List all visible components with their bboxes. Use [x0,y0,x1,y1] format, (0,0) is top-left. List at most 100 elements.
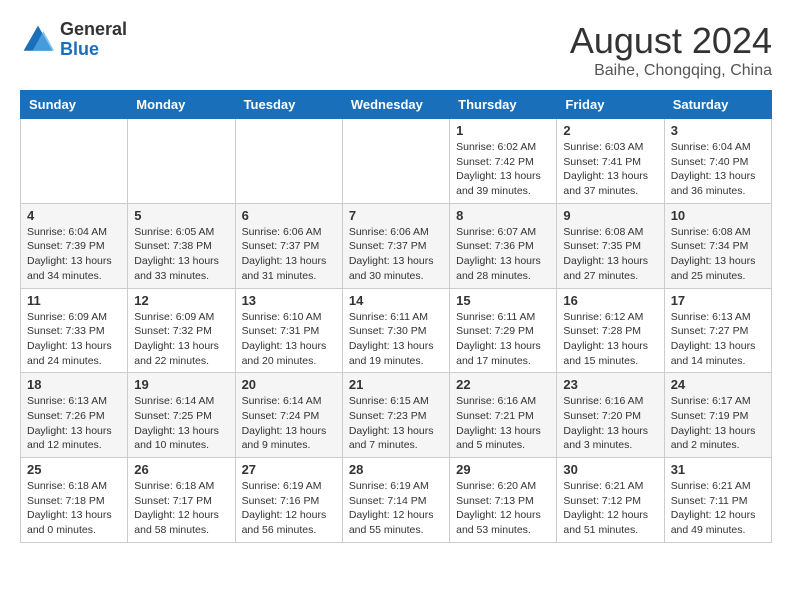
day-info: Sunrise: 6:08 AMSunset: 7:34 PMDaylight:… [671,225,765,284]
calendar-day-cell: 10 Sunrise: 6:08 AMSunset: 7:34 PMDayligh… [664,203,771,288]
page-header: General Blue August 2024 Baihe, Chongqin… [20,20,772,80]
day-info: Sunrise: 6:18 AMSunset: 7:18 PMDaylight:… [27,479,121,538]
calendar-day-cell [128,119,235,204]
day-number: 30 [563,462,657,477]
calendar-header-cell: Wednesday [342,91,449,119]
calendar-week-row: 18 Sunrise: 6:13 AMSunset: 7:26 PMDayligh… [21,373,772,458]
calendar-day-cell: 31 Sunrise: 6:21 AMSunset: 7:11 PMDayligh… [664,458,771,543]
calendar-header-cell: Tuesday [235,91,342,119]
calendar-day-cell: 3 Sunrise: 6:04 AMSunset: 7:40 PMDaylight… [664,119,771,204]
day-info: Sunrise: 6:06 AMSunset: 7:37 PMDaylight:… [242,225,336,284]
day-info: Sunrise: 6:07 AMSunset: 7:36 PMDaylight:… [456,225,550,284]
day-info: Sunrise: 6:12 AMSunset: 7:28 PMDaylight:… [563,310,657,369]
calendar-week-row: 25 Sunrise: 6:18 AMSunset: 7:18 PMDayligh… [21,458,772,543]
calendar-day-cell: 13Sunrise: 6:10 AMSunset: 7:31 PMDayligh… [235,288,342,373]
logo-blue-text: Blue [60,40,127,60]
day-number: 28 [349,462,443,477]
day-number: 21 [349,377,443,392]
day-number: 11 [27,293,121,308]
calendar-day-cell: 18 Sunrise: 6:13 AMSunset: 7:26 PMDayligh… [21,373,128,458]
location-title: Baihe, Chongqing, China [570,62,772,80]
day-info: Sunrise: 6:14 AMSunset: 7:25 PMDaylight:… [134,394,228,453]
day-number: 14 [349,293,443,308]
day-info: Sunrise: 6:09 AMSunset: 7:32 PMDaylight:… [134,310,228,369]
day-number: 23 [563,377,657,392]
day-number: 6 [242,208,336,223]
calendar-week-row: 1 Sunrise: 6:02 AMSunset: 7:42 PMDaylight… [21,119,772,204]
calendar-header-cell: Friday [557,91,664,119]
day-number: 29 [456,462,550,477]
day-number: 2 [563,123,657,138]
day-info: Sunrise: 6:09 AMSunset: 7:33 PMDaylight:… [27,310,121,369]
calendar-day-cell: 8 Sunrise: 6:07 AMSunset: 7:36 PMDaylight… [450,203,557,288]
calendar-header-cell: Saturday [664,91,771,119]
calendar-week-row: 4Sunrise: 6:04 AMSunset: 7:39 PMDaylight… [21,203,772,288]
calendar-day-cell: 7 Sunrise: 6:06 AMSunset: 7:37 PMDaylight… [342,203,449,288]
calendar-day-cell: 14 Sunrise: 6:11 AMSunset: 7:30 PMDayligh… [342,288,449,373]
day-number: 7 [349,208,443,223]
day-number: 27 [242,462,336,477]
day-info: Sunrise: 6:15 AMSunset: 7:23 PMDaylight:… [349,394,443,453]
day-number: 10 [671,208,765,223]
calendar-day-cell: 20Sunrise: 6:14 AMSunset: 7:24 PMDayligh… [235,373,342,458]
day-info: Sunrise: 6:20 AMSunset: 7:13 PMDaylight:… [456,479,550,538]
calendar-week-row: 11 Sunrise: 6:09 AMSunset: 7:33 PMDayligh… [21,288,772,373]
calendar-header-cell: Monday [128,91,235,119]
logo-text: General Blue [60,20,127,60]
calendar-day-cell: 5Sunrise: 6:05 AMSunset: 7:38 PMDaylight… [128,203,235,288]
calendar-day-cell: 30 Sunrise: 6:21 AMSunset: 7:12 PMDayligh… [557,458,664,543]
calendar-day-cell: 4Sunrise: 6:04 AMSunset: 7:39 PMDaylight… [21,203,128,288]
calendar-day-cell: 17 Sunrise: 6:13 AMSunset: 7:27 PMDayligh… [664,288,771,373]
calendar-day-cell: 29 Sunrise: 6:20 AMSunset: 7:13 PMDayligh… [450,458,557,543]
calendar-day-cell: 9Sunrise: 6:08 AMSunset: 7:35 PMDaylight… [557,203,664,288]
day-number: 16 [563,293,657,308]
day-number: 25 [27,462,121,477]
day-info: Sunrise: 6:08 AMSunset: 7:35 PMDaylight:… [563,225,657,284]
day-number: 15 [456,293,550,308]
day-number: 26 [134,462,228,477]
day-number: 8 [456,208,550,223]
day-info: Sunrise: 6:02 AMSunset: 7:42 PMDaylight:… [456,140,550,199]
calendar-day-cell: 27Sunrise: 6:19 AMSunset: 7:16 PMDayligh… [235,458,342,543]
calendar-body: 1 Sunrise: 6:02 AMSunset: 7:42 PMDaylight… [21,119,772,543]
day-number: 3 [671,123,765,138]
day-number: 24 [671,377,765,392]
logo: General Blue [20,20,127,60]
calendar-day-cell [235,119,342,204]
calendar-day-cell: 28Sunrise: 6:19 AMSunset: 7:14 PMDayligh… [342,458,449,543]
day-info: Sunrise: 6:13 AMSunset: 7:26 PMDaylight:… [27,394,121,453]
calendar-day-cell: 2Sunrise: 6:03 AMSunset: 7:41 PMDaylight… [557,119,664,204]
calendar-table: SundayMondayTuesdayWednesdayThursdayFrid… [20,90,772,543]
calendar-day-cell: 23 Sunrise: 6:16 AMSunset: 7:20 PMDayligh… [557,373,664,458]
day-info: Sunrise: 6:21 AMSunset: 7:12 PMDaylight:… [563,479,657,538]
day-number: 22 [456,377,550,392]
day-info: Sunrise: 6:17 AMSunset: 7:19 PMDaylight:… [671,394,765,453]
logo-icon [20,22,56,58]
calendar-header-cell: Sunday [21,91,128,119]
month-title: August 2024 [570,20,772,62]
day-number: 18 [27,377,121,392]
day-info: Sunrise: 6:04 AMSunset: 7:39 PMDaylight:… [27,225,121,284]
day-number: 12 [134,293,228,308]
day-info: Sunrise: 6:10 AMSunset: 7:31 PMDaylight:… [242,310,336,369]
calendar-day-cell: 15Sunrise: 6:11 AMSunset: 7:29 PMDayligh… [450,288,557,373]
calendar-day-cell: 16 Sunrise: 6:12 AMSunset: 7:28 PMDayligh… [557,288,664,373]
day-number: 31 [671,462,765,477]
day-info: Sunrise: 6:13 AMSunset: 7:27 PMDaylight:… [671,310,765,369]
logo-general-text: General [60,20,127,40]
day-info: Sunrise: 6:11 AMSunset: 7:30 PMDaylight:… [349,310,443,369]
day-number: 5 [134,208,228,223]
day-number: 17 [671,293,765,308]
day-info: Sunrise: 6:06 AMSunset: 7:37 PMDaylight:… [349,225,443,284]
calendar-day-cell: 19Sunrise: 6:14 AMSunset: 7:25 PMDayligh… [128,373,235,458]
day-info: Sunrise: 6:16 AMSunset: 7:21 PMDaylight:… [456,394,550,453]
calendar-day-cell: 24 Sunrise: 6:17 AMSunset: 7:19 PMDayligh… [664,373,771,458]
calendar-header-cell: Thursday [450,91,557,119]
day-info: Sunrise: 6:21 AMSunset: 7:11 PMDaylight:… [671,479,765,538]
calendar-day-cell: 12 Sunrise: 6:09 AMSunset: 7:32 PMDayligh… [128,288,235,373]
day-info: Sunrise: 6:18 AMSunset: 7:17 PMDaylight:… [134,479,228,538]
day-number: 1 [456,123,550,138]
title-area: August 2024 Baihe, Chongqing, China [570,20,772,80]
day-info: Sunrise: 6:04 AMSunset: 7:40 PMDaylight:… [671,140,765,199]
day-info: Sunrise: 6:16 AMSunset: 7:20 PMDaylight:… [563,394,657,453]
